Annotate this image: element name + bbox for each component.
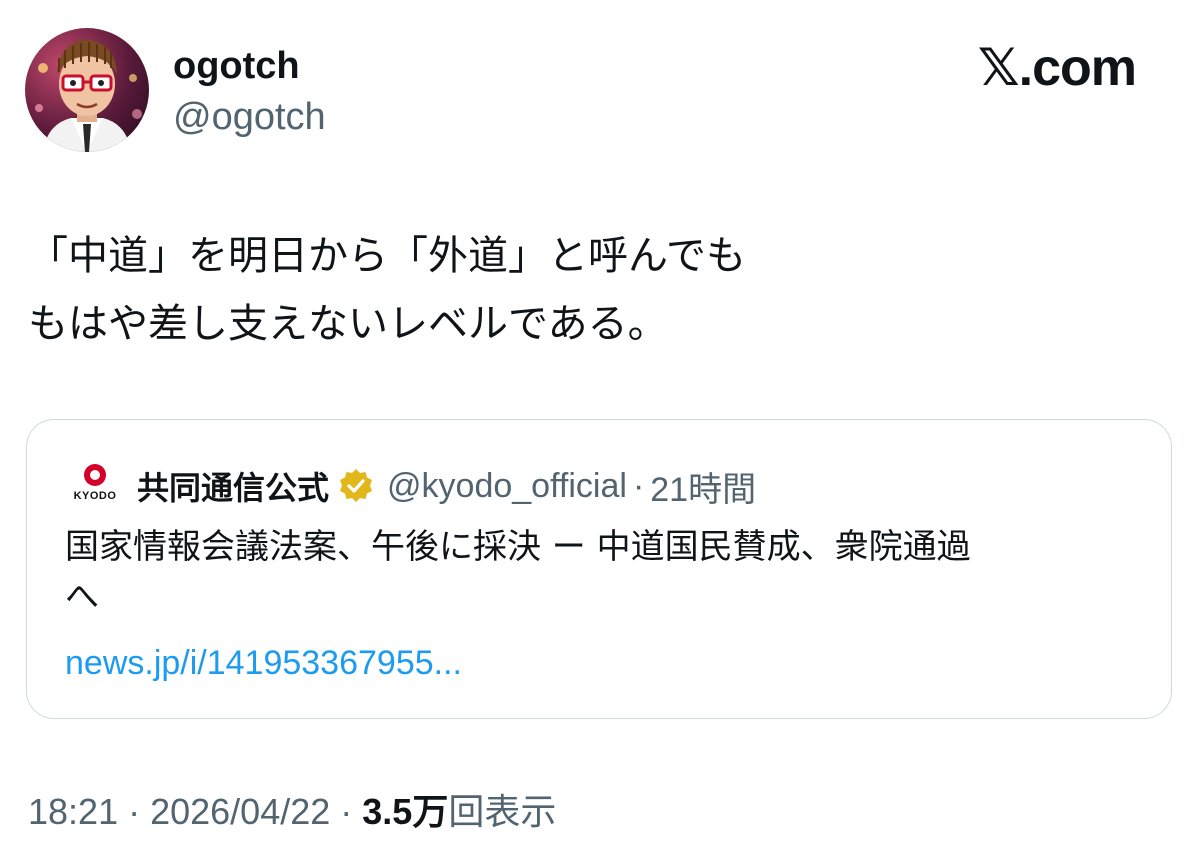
verified-gold-badge-icon	[337, 467, 375, 505]
views-count[interactable]: 3.5万	[362, 791, 448, 832]
caricature-avatar-icon	[35, 40, 142, 152]
quoted-tweet-time[interactable]: 21時間	[650, 462, 756, 511]
author-avatar[interactable]	[25, 28, 149, 152]
quoted-tweet-body-line: 国家情報会議法案、午後に採決 ー 中道国民賛成、衆院通過	[65, 527, 971, 567]
x-com-brand: 𝕏.com	[977, 39, 1137, 97]
views-label: 回表示	[448, 792, 557, 833]
quoted-tweet-card[interactable]: KYODO 共同通信公式 @kyodo_official · 21時間 国家情報…	[26, 419, 1172, 719]
kyodo-logo-icon[interactable]: KYODO	[65, 462, 125, 510]
tweet-text: 「中道」を明日から「外道」と呼んでも もはや差し支えないレベルである。	[28, 222, 1168, 358]
meta-separator: ·	[330, 791, 363, 832]
quoted-author-handle[interactable]: @kyodo_official	[387, 467, 627, 506]
quoted-tweet-body: 国家情報会議法案、午後に採決 ー 中道国民賛成、衆院通過 へ	[65, 522, 1135, 622]
meta-separator: ·	[118, 791, 151, 832]
separator-dot: ·	[632, 466, 645, 505]
tweet-meta: 18:21 · 2026/04/22 · 3.5万回表示	[28, 786, 556, 839]
author-display-name[interactable]: ogotch	[173, 40, 300, 92]
tweet-text-line: もはや差し支えないレベルである。	[28, 301, 668, 347]
author-handle[interactable]: @ogotch	[173, 92, 326, 142]
tweet-text-line: 「中道」を明日から「外道」と呼んでも	[28, 233, 746, 279]
tweet-time[interactable]: 18:21	[28, 791, 118, 832]
tweet-date[interactable]: 2026/04/22	[150, 791, 330, 832]
quoted-tweet-body-line: へ	[65, 577, 99, 617]
quoted-tweet-header: KYODO 共同通信公式 @kyodo_official · 21時間	[65, 460, 756, 512]
kyodo-logo-text: KYODO	[73, 490, 117, 502]
quoted-author-name[interactable]: 共同通信公式	[137, 463, 329, 509]
quoted-tweet-link[interactable]: news.jp/i/141953367955...	[65, 638, 462, 688]
